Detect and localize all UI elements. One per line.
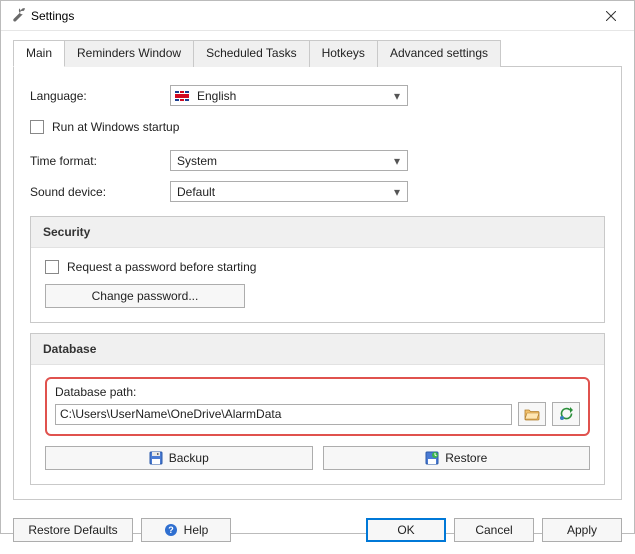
tab-panel-main: Language: English ▾ Run at Windows start… [13, 67, 622, 500]
restore-defaults-button[interactable]: Restore Defaults [13, 518, 133, 542]
time-format-value: System [175, 154, 391, 168]
database-path-label: Database path: [55, 385, 580, 399]
checkbox-box [30, 120, 44, 134]
tab-label: Reminders Window [77, 46, 181, 60]
tab-hotkeys[interactable]: Hotkeys [309, 40, 378, 67]
help-icon: ? [164, 523, 178, 537]
close-icon [606, 11, 616, 21]
language-combo[interactable]: English ▾ [170, 85, 408, 106]
database-path-highlight: Database path: [45, 377, 590, 436]
apply-label: Apply [567, 523, 597, 537]
refresh-sync-icon [558, 406, 574, 422]
help-button[interactable]: ? Help [141, 518, 231, 542]
row-time-format: Time format: System ▾ [30, 150, 605, 171]
restore-button[interactable]: Restore [323, 446, 591, 470]
tab-scheduled-tasks[interactable]: Scheduled Tasks [193, 40, 310, 67]
dialog-content: Main Reminders Window Scheduled Tasks Ho… [1, 31, 634, 510]
tab-reminders-window[interactable]: Reminders Window [64, 40, 194, 67]
backup-label: Backup [169, 451, 209, 465]
title-bar: Settings [1, 1, 634, 31]
apply-button[interactable]: Apply [542, 518, 622, 542]
ok-button[interactable]: OK [366, 518, 446, 542]
database-body: Database path: [31, 365, 604, 484]
close-button[interactable] [588, 1, 634, 31]
change-password-button[interactable]: Change password... [45, 284, 245, 308]
chevron-down-icon: ▾ [391, 89, 403, 103]
chevron-down-icon: ▾ [391, 154, 403, 168]
tab-strip: Main Reminders Window Scheduled Tasks Ho… [13, 39, 622, 67]
tab-label: Scheduled Tasks [206, 46, 297, 60]
flag-uk-icon [175, 91, 189, 101]
sync-path-button[interactable] [552, 402, 580, 426]
cancel-button[interactable]: Cancel [454, 518, 534, 542]
time-format-combo[interactable]: System ▾ [170, 150, 408, 171]
tab-label: Hotkeys [322, 46, 365, 60]
cancel-label: Cancel [475, 523, 512, 537]
database-group: Database Database path: [30, 333, 605, 485]
database-legend: Database [31, 334, 604, 365]
restore-defaults-label: Restore Defaults [28, 523, 117, 537]
request-password-label: Request a password before starting [67, 260, 256, 274]
sound-device-value: Default [175, 185, 391, 199]
row-sound-device: Sound device: Default ▾ [30, 181, 605, 202]
row-language: Language: English ▾ [30, 85, 605, 106]
database-path-input[interactable] [55, 404, 512, 425]
ok-label: OK [397, 523, 414, 537]
time-format-label: Time format: [30, 154, 170, 168]
database-buttons: Backup Restore [45, 446, 590, 470]
backup-button[interactable]: Backup [45, 446, 313, 470]
dialog-footer: Restore Defaults ? Help OK Cancel Apply [1, 510, 634, 554]
sound-device-combo[interactable]: Default ▾ [170, 181, 408, 202]
database-path-row [55, 402, 580, 426]
run-at-startup-checkbox[interactable]: Run at Windows startup [30, 120, 605, 134]
help-label: Help [184, 523, 209, 537]
security-legend: Security [31, 217, 604, 248]
security-group: Security Request a password before start… [30, 216, 605, 323]
tab-label: Main [26, 46, 52, 60]
language-label: Language: [30, 89, 170, 103]
security-body: Request a password before starting Chang… [31, 248, 604, 322]
tab-label: Advanced settings [390, 46, 488, 60]
window-title: Settings [31, 9, 588, 23]
sound-device-label: Sound device: [30, 185, 170, 199]
browse-folder-button[interactable] [518, 402, 546, 426]
restore-label: Restore [445, 451, 487, 465]
change-password-label: Change password... [92, 289, 199, 303]
run-at-startup-label: Run at Windows startup [52, 120, 179, 134]
request-password-checkbox[interactable]: Request a password before starting [45, 260, 590, 274]
tab-main[interactable]: Main [13, 40, 65, 67]
wrench-icon [9, 8, 25, 24]
checkbox-box [45, 260, 59, 274]
restore-disk-icon [425, 451, 439, 465]
tab-advanced-settings[interactable]: Advanced settings [377, 40, 501, 67]
language-value: English [195, 89, 391, 103]
folder-open-icon [524, 407, 540, 421]
save-disk-icon [149, 451, 163, 465]
chevron-down-icon: ▾ [391, 185, 403, 199]
